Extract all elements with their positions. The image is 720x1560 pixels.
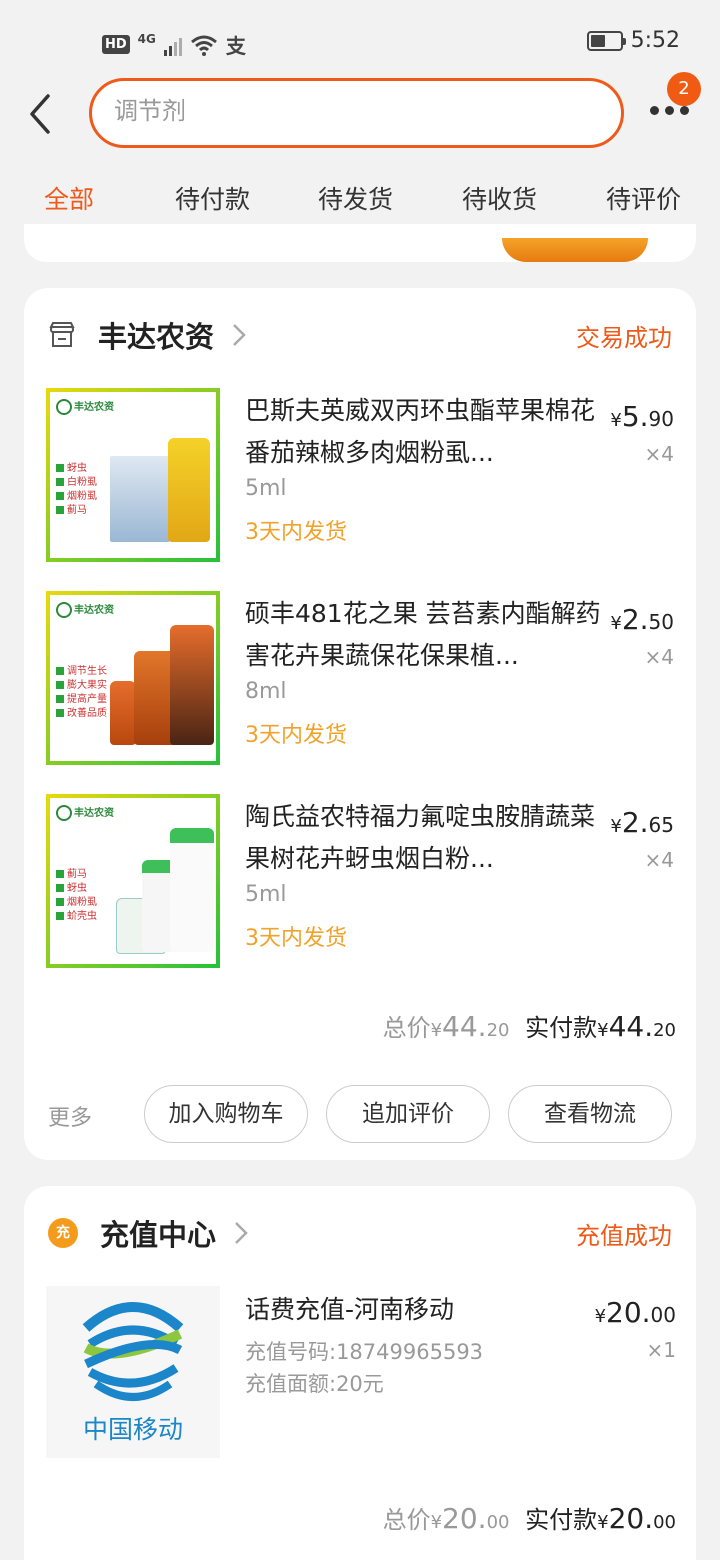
battery-icon (586, 30, 626, 51)
search-box[interactable] (89, 78, 624, 148)
recharge-icon: 充 (48, 1218, 78, 1248)
product-bottle (168, 438, 210, 542)
product-title[interactable]: 巴斯夫英威双丙环虫酯苹果棉花番茄辣椒多肉烟粉虱... (245, 390, 605, 474)
tab-pending-payment[interactable]: 待付款 (175, 180, 250, 216)
shipping-note: 3天内发货 (245, 926, 347, 951)
thumb-bullet: 蚜虫 (56, 882, 97, 896)
shop-icon (49, 322, 75, 347)
thumb-bullet: 烟粉虱 (56, 490, 97, 504)
tab-all[interactable]: 全部 (44, 180, 94, 216)
wifi-icon (190, 35, 217, 56)
shop-name[interactable]: 充值中心 (100, 1212, 216, 1254)
item-quantity: ×4 (644, 442, 674, 466)
product-box (110, 456, 170, 542)
item-price: ¥5.90 (610, 400, 674, 433)
order-item[interactable]: 丰达农资 蓟马 蚜虫 烟粉虱 蚧壳虫 陶氏益农特福力氟啶虫胺腈蔬菜果树花卉蚜虫烟… (46, 794, 674, 970)
china-mobile-logo-text: 中国移动 (82, 1415, 183, 1444)
order-card[interactable]: 充 充值中心 充值成功 中国移动 话费充值-河南移动 充值号码:18749965… (24, 1186, 696, 1560)
more-link[interactable]: 更多 (48, 1100, 92, 1132)
thumb-bullet: 改善品质 (56, 707, 107, 721)
add-to-cart-button[interactable]: 加入购物车 (144, 1085, 308, 1143)
product-spec: 5ml (245, 882, 287, 907)
chevron-right-icon (233, 324, 246, 346)
network-type: 4G (137, 31, 156, 46)
product-image-partial (502, 238, 648, 262)
order-status: 充值成功 (576, 1222, 672, 1250)
product-bottle (110, 681, 136, 745)
thumb-bullet: 提高产量 (56, 693, 107, 707)
product-thumbnail[interactable]: 丰达农资 蓟马 蚜虫 烟粉虱 蚧壳虫 (46, 794, 220, 968)
more-menu-icon[interactable] (650, 106, 689, 115)
tab-pending-shipment[interactable]: 待发货 (318, 180, 393, 216)
thumb-logo: 丰达农资 (56, 601, 114, 618)
status-bar: HD 4G 支 5:52 (0, 0, 720, 82)
product-thumbnail[interactable]: 丰达农资 蚜虫 白粉虱 烟粉虱 蓟马 (46, 388, 220, 562)
item-quantity: ×4 (644, 645, 674, 669)
item-price: ¥2.50 (610, 603, 674, 636)
tab-pending-review[interactable]: 待评价 (606, 180, 681, 216)
product-spec: 5ml (245, 476, 287, 501)
product-spec: 8ml (245, 679, 287, 704)
view-logistics-button[interactable]: 查看物流 (508, 1085, 672, 1143)
add-review-button[interactable]: 追加评价 (326, 1085, 490, 1143)
shop-header[interactable]: 充 充值中心 充值成功 (48, 1212, 672, 1254)
order-card[interactable]: 丰达农资 交易成功 丰达农资 蚜虫 白粉虱 烟粉虱 蓟马 巴斯夫英威双丙环虫酯苹… (24, 288, 696, 1160)
thumb-logo: 丰达农资 (56, 804, 114, 821)
item-quantity: ×4 (644, 848, 674, 872)
thumb-logo: 丰达农资 (56, 398, 114, 415)
shipping-note: 3天内发货 (245, 520, 347, 545)
thumb-bullet: 蚜虫 (56, 462, 97, 476)
paid-amount: 实付款¥44.20 (525, 1010, 676, 1043)
item-price: ¥2.65 (610, 806, 674, 839)
product-thumbnail[interactable]: 丰达农资 调节生长 膨大果实 提高产量 改善品质 (46, 591, 220, 765)
thumb-bullet: 蚧壳虫 (56, 910, 97, 924)
thumb-bullet: 膨大果实 (56, 679, 107, 693)
notification-badge: 2 (667, 72, 701, 106)
shop-name[interactable]: 丰达农资 (98, 314, 214, 356)
pay-icon: 支 (225, 34, 246, 58)
product-title[interactable]: 硕丰481花之果 芸苔素内酯解药害花卉果蔬保花保果植... (245, 593, 605, 677)
china-mobile-logo[interactable]: 中国移动 (46, 1286, 220, 1458)
top-bar: 2 (0, 72, 720, 162)
thumb-bullet: 调节生长 (56, 665, 107, 679)
signal-icon (163, 34, 182, 56)
order-item[interactable]: 丰达农资 调节生长 膨大果实 提高产量 改善品质 硕丰481花之果 芸苔素内酯解… (46, 591, 674, 767)
shipping-note: 3天内发货 (245, 723, 347, 748)
paid-amount: 实付款¥20.00 (525, 1502, 676, 1535)
recharge-number: 充值号码:18749965593 (245, 1340, 484, 1364)
back-arrow-icon[interactable] (24, 92, 60, 136)
thumb-bullet: 蓟马 (56, 868, 97, 882)
order-item[interactable]: 丰达农资 蚜虫 白粉虱 烟粉虱 蓟马 巴斯夫英威双丙环虫酯苹果棉花番茄辣椒多肉烟… (46, 388, 674, 564)
shop-header[interactable]: 丰达农资 交易成功 (48, 314, 672, 356)
thumb-bullet: 蓟马 (56, 504, 97, 518)
thumb-bullet: 烟粉虱 (56, 896, 97, 910)
item-price: ¥20.00 (594, 1296, 676, 1329)
recharge-amount: 充值面额:20元 (245, 1372, 384, 1396)
order-total: 总价¥20.00 实付款¥20.00 (382, 1502, 676, 1535)
item-quantity: ×1 (646, 1338, 676, 1362)
thumb-bullet: 白粉虱 (56, 476, 97, 490)
clock: 5:52 (630, 28, 680, 53)
product-title[interactable]: 陶氏益农特福力氟啶虫胺腈蔬菜果树花卉蚜虫烟白粉... (245, 796, 605, 880)
hd-indicator: HD (102, 35, 130, 54)
search-input[interactable] (114, 97, 594, 125)
product-bottle (170, 625, 214, 745)
product-title[interactable]: 话费充值-河南移动 (245, 1290, 454, 1326)
previous-order-card[interactable] (24, 224, 696, 262)
order-status: 交易成功 (576, 324, 672, 352)
product-bottle (170, 828, 214, 952)
tab-pending-receipt[interactable]: 待收货 (462, 180, 537, 216)
chevron-right-icon (235, 1222, 248, 1244)
order-total: 总价¥44.20 实付款¥44.20 (382, 1010, 676, 1043)
